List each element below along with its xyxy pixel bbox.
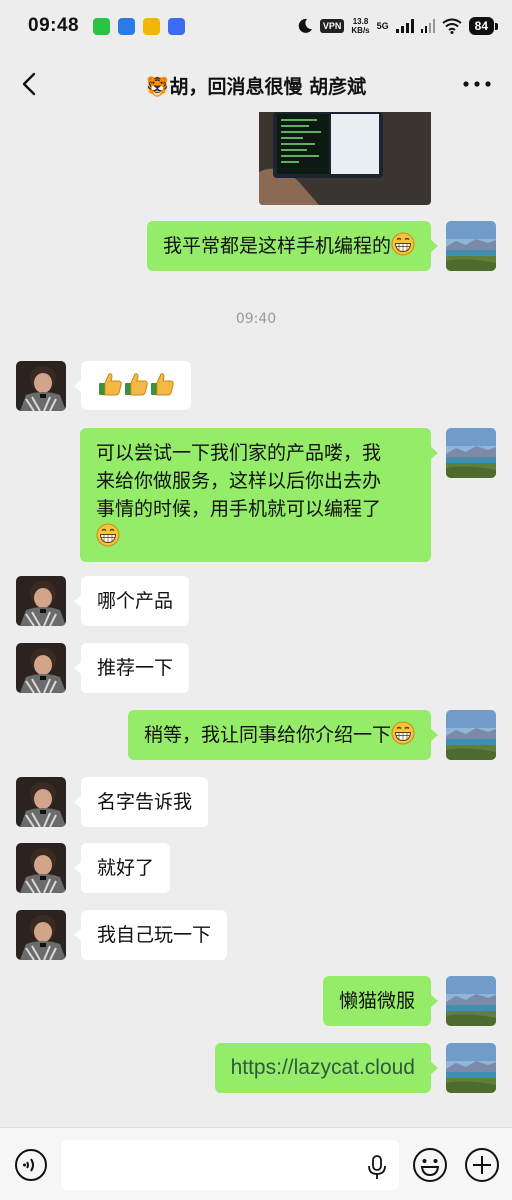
my-avatar[interactable] (446, 221, 496, 271)
network-type: 5G (376, 21, 389, 31)
mic-icon[interactable] (366, 1154, 388, 1180)
message-bubble[interactable]: https://lazycat.cloud (214, 1043, 439, 1093)
message-input[interactable] (61, 1140, 399, 1190)
dnd-moon-icon (298, 18, 312, 33)
thumbs-up-icon (149, 371, 175, 397)
message-text: 名字告诉我 (97, 791, 193, 813)
message-text-line: 事情的时候，用手机就可以编程了 (96, 498, 382, 520)
message-bubble[interactable]: 可以尝试一下我们家的产品喽，我 来给你做服务，这样以后你出去办 事情的时候，用手… (80, 428, 438, 562)
status-app-icons (93, 17, 186, 35)
my-avatar[interactable] (446, 1043, 496, 1093)
input-bar (0, 1127, 512, 1200)
plus-icon[interactable] (464, 1147, 500, 1183)
wallet-app-icon (143, 17, 161, 35)
message-text: 就好了 (97, 857, 155, 879)
signal2-icon (420, 19, 435, 33)
phone-coding-photo (259, 112, 431, 205)
status-time: 09:48 (28, 15, 80, 36)
message-text: 稍等，我让同事给你介绍一下 (143, 724, 391, 746)
message-bubble[interactable]: 我自己玩一下 (73, 910, 228, 960)
status-right: VPN 13.8 KB/s 5G 84 (297, 17, 499, 35)
message-text: 哪个产品 (97, 590, 174, 612)
image-message[interactable] (259, 112, 431, 205)
contact-avatar[interactable] (16, 361, 66, 411)
chat-header: 🐯胡，回消息很慢 胡彦斌 (0, 56, 512, 112)
network-speed: 13.8 KB/s (351, 17, 370, 35)
message-bubble[interactable]: 哪个产品 (73, 576, 190, 626)
signal-icon (395, 19, 414, 33)
message-bubble[interactable]: 就好了 (73, 843, 171, 893)
wechat-app-icon (93, 17, 111, 35)
thumbs-up-icon (123, 371, 149, 397)
message-bubble[interactable]: 名字告诉我 (73, 777, 209, 827)
message-bubble[interactable]: 推荐一下 (73, 643, 190, 693)
message-link[interactable]: https://lazycat.cloud (231, 1056, 415, 1079)
my-avatar[interactable] (446, 976, 496, 1026)
vpn-badge: VPN (319, 19, 345, 33)
message-text: 我平常都是这样手机编程的 (162, 235, 391, 257)
my-avatar[interactable] (446, 428, 496, 478)
message-text-line: 可以尝试一下我们家的产品喽，我 (96, 442, 382, 464)
feishu-app-icon (168, 17, 186, 35)
thumbs-up-icon (97, 371, 123, 397)
grin-emoji-icon (96, 523, 120, 547)
contact-avatar[interactable] (16, 643, 66, 693)
grin-emoji-icon (391, 721, 415, 745)
chat-messages[interactable]: 我平常都是这样手机编程的 09:40 可以尝试一下我们家的产品喽，我 来给你做服… (0, 112, 512, 1127)
wifi-icon (442, 18, 462, 34)
more-icon[interactable] (462, 76, 492, 92)
message-bubble[interactable] (74, 361, 191, 410)
contact-avatar[interactable] (16, 910, 66, 960)
message-bubble[interactable]: 我平常都是这样手机编程的 (146, 221, 439, 271)
contact-avatar[interactable] (16, 777, 66, 827)
contact-avatar[interactable] (16, 576, 66, 626)
emoji-icon[interactable] (412, 1147, 448, 1183)
chat-title: 🐯胡，回消息很慢 胡彦斌 (145, 76, 367, 98)
message-text: 推荐一下 (97, 657, 174, 679)
my-avatar[interactable] (446, 710, 496, 760)
messages-app-icon (118, 17, 136, 35)
contact-avatar[interactable] (16, 843, 66, 893)
grin-emoji-icon (391, 232, 415, 256)
message-text: 我自己玩一下 (97, 924, 212, 946)
message-bubble[interactable]: 稍等，我让同事给你介绍一下 (127, 710, 439, 760)
message-text: 懒猫微服 (338, 990, 415, 1012)
voice-icon[interactable] (14, 1148, 48, 1182)
message-text-line: 来给你做服务，这样以后你出去办 (96, 470, 382, 492)
message-timestamp: 09:40 (235, 311, 277, 327)
status-bar: 09:48 VPN 13.8 KB/s 5G 84 (0, 0, 512, 52)
message-bubble[interactable]: 懒猫微服 (322, 976, 439, 1026)
battery-indicator: 84 (468, 17, 499, 35)
